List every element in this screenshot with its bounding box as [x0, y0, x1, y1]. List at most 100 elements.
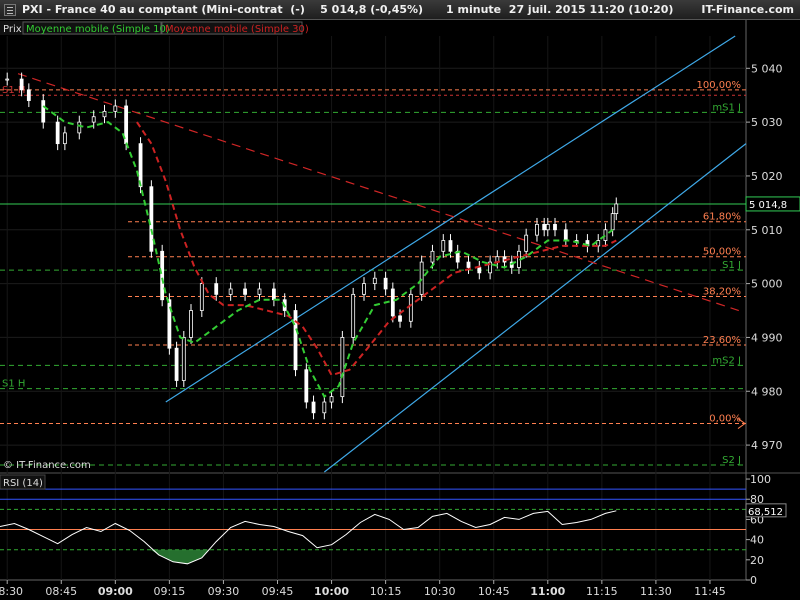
level-label: S1 H	[2, 379, 25, 390]
x-tick-label: 08:45	[45, 585, 77, 598]
current-price-label: 5 014,8	[749, 200, 787, 211]
candle-body	[5, 78, 10, 81]
level-label: 0,00%	[709, 414, 741, 425]
rsi-tick-label: 40	[750, 534, 764, 547]
candle-body	[41, 100, 46, 123]
candle-body	[77, 121, 82, 134]
x-tick-label: 11:30	[640, 585, 672, 598]
candle-body	[304, 369, 309, 403]
candle-body	[138, 143, 143, 188]
candle-body	[271, 288, 276, 301]
candle-body	[228, 288, 233, 295]
candle-body	[390, 288, 395, 317]
candle-body	[535, 223, 539, 236]
x-tick-label: 09:45	[262, 585, 294, 598]
x-tick-label: 09:15	[154, 585, 186, 598]
candle-body	[26, 89, 31, 101]
y-tick-label: 5 010	[751, 224, 783, 237]
rsi-tick-label: 0	[750, 574, 757, 587]
candle-body	[329, 396, 334, 403]
candle-body	[610, 213, 615, 231]
legend-ma30[interactable]: Moyenne mobile (Simple 30)	[165, 24, 309, 35]
candle-body	[524, 234, 529, 252]
candle-body	[181, 337, 186, 381]
candle-body	[149, 186, 154, 252]
candle-body	[351, 293, 356, 338]
y-tick-label: 5 000	[751, 278, 783, 291]
candle-body	[419, 261, 424, 295]
candle-body	[55, 121, 60, 145]
candle-body	[441, 240, 446, 252]
candle-body	[477, 267, 482, 274]
candle-body	[257, 288, 262, 295]
legend-ma10[interactable]: Moyenne mobile (Simple 10)	[26, 24, 170, 35]
level-label: 50,00%	[703, 247, 741, 258]
level-label: mS2 J	[712, 355, 741, 366]
level-label: 100,00%	[697, 80, 742, 91]
y-tick-label: 5 040	[751, 62, 783, 75]
candle-body	[614, 203, 619, 215]
candle-body	[62, 132, 67, 145]
candle-body	[189, 310, 193, 338]
x-tick-label: 11:45	[694, 585, 726, 598]
candle-body	[322, 401, 327, 414]
level-label: 23,60%	[703, 335, 741, 346]
level-label: S2 J	[722, 455, 741, 466]
x-tick-label: 11:00	[530, 585, 565, 598]
candle-body	[113, 105, 118, 112]
candle-body	[243, 288, 247, 295]
candle-body	[199, 283, 204, 311]
level-label: S1 J	[722, 260, 741, 271]
x-tick-label: 10:00	[314, 585, 349, 598]
watermark: © IT-Finance.com	[3, 460, 91, 471]
x-tick-label: 10:15	[370, 585, 402, 598]
y-tick-label: 5 030	[751, 116, 783, 129]
candle-body	[19, 78, 24, 91]
candle-body	[448, 240, 453, 252]
rsi-panel	[0, 474, 746, 579]
time-axis: 08:30 08:45 09:00 09:15 09:30 09:45 10:00 10:15…	[0, 580, 726, 598]
candle-body	[160, 250, 165, 301]
y-tick-label: 4 980	[751, 385, 783, 398]
y-tick-label: 4 970	[751, 439, 783, 452]
x-tick-label: 10:45	[478, 585, 510, 598]
candle-body	[466, 261, 471, 268]
legend-price[interactable]: Prix	[3, 24, 22, 35]
candle-body	[545, 223, 550, 231]
x-tick-label: 09:30	[208, 585, 240, 598]
x-tick-label: 09:00	[98, 585, 133, 598]
candle-body	[398, 315, 402, 322]
candle-body	[542, 223, 547, 231]
rsi-tick-label: 100	[750, 473, 771, 486]
candle-body	[174, 347, 179, 381]
level-label: mS1 J	[712, 102, 741, 113]
rsi-label[interactable]: RSI (14)	[3, 478, 43, 489]
level-label: 61,80%	[703, 212, 741, 223]
chart-window: PXI - France 40 au comptant (Mini-contra…	[0, 0, 800, 600]
candle-body	[311, 401, 316, 414]
candle-body	[91, 116, 96, 123]
rsi-tick-label: 20	[750, 554, 764, 567]
candle-body	[430, 250, 435, 263]
x-tick-label: 11:15	[586, 585, 618, 598]
candle-body	[553, 223, 557, 231]
candle-body	[408, 293, 413, 322]
chart-canvas[interactable]: 100,00% 61,80% 50,00% 38,20% 23,60% 0,00% S1 H…	[0, 0, 800, 600]
x-tick-label: 08:30	[0, 585, 23, 598]
rsi-axis: 020406080100	[746, 473, 771, 587]
rsi-value-label: 68,512	[748, 507, 783, 518]
candle-body	[383, 277, 388, 290]
y-tick-label: 4 990	[751, 331, 783, 344]
price-panel	[0, 20, 746, 472]
candle-body	[214, 283, 219, 295]
candle-body	[372, 277, 377, 285]
y-tick-label: 5 020	[751, 170, 783, 183]
x-tick-label: 10:30	[424, 585, 456, 598]
candle-body	[563, 229, 568, 241]
candle-body	[102, 110, 107, 118]
candle-body	[293, 310, 298, 371]
price-axis: 4 970 4 980 4 990 5 000 5 010 5 020 5 030 5 040	[746, 62, 783, 452]
candle-body	[362, 283, 366, 295]
candle-body	[340, 337, 345, 398]
level-label: 38,20%	[703, 287, 741, 298]
